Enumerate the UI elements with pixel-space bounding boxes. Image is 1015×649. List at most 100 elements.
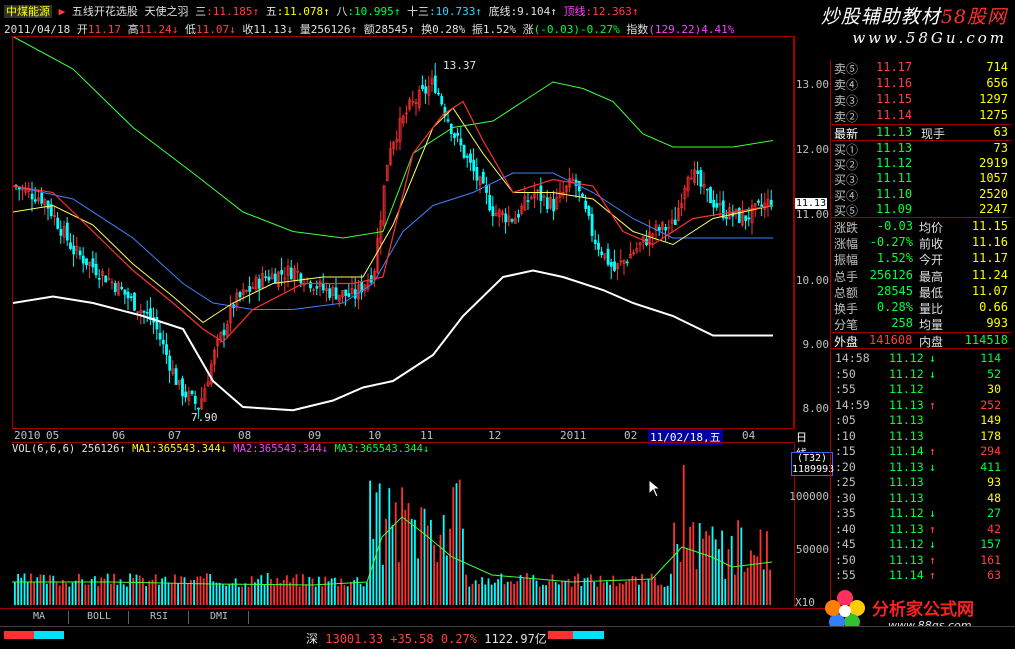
candle-body xyxy=(725,216,728,219)
candle-body xyxy=(56,217,60,229)
tick-row[interactable]: :55 11.12 30 xyxy=(831,382,1011,397)
candle-body xyxy=(40,192,44,204)
candle-body xyxy=(280,269,284,275)
market-strength-bar-2 xyxy=(548,631,604,639)
candle-body xyxy=(145,312,149,314)
stat-value: -0.27% xyxy=(869,235,913,250)
volume-bar xyxy=(670,573,672,605)
tick-list[interactable]: 14:58 11.12 ↓ 114:50 11.12 ↓ 52:55 11.12 30 14:59… xyxy=(831,351,1011,591)
volume-bar xyxy=(654,577,656,605)
tick-row[interactable]: :45 11.12 ↓ 157 xyxy=(831,537,1011,552)
tick-volume: 114 xyxy=(980,351,1001,365)
bar-date: 2011/04/18 xyxy=(4,23,71,36)
candle-body xyxy=(721,200,725,219)
tick-row[interactable]: :20 11.13 ↓ 411 xyxy=(831,460,1011,475)
tick-row[interactable]: :50 11.12 ↓ 52 xyxy=(831,367,1011,382)
volume-bar xyxy=(337,586,339,605)
ask-row[interactable]: 卖② 11.14 1275 xyxy=(831,108,1011,124)
y-tick: 8.00 xyxy=(802,402,830,415)
ask-row[interactable]: 卖④ 11.16 656 xyxy=(831,76,1011,92)
candle-body xyxy=(440,96,444,105)
tick-row[interactable]: :25 11.13 93 xyxy=(831,475,1011,490)
bid-row[interactable]: 买④ 11.10 2520 xyxy=(831,187,1011,203)
tick-row[interactable]: 14:59 11.13 ↑ 252 xyxy=(831,398,1011,413)
tab-ma[interactable]: MA xyxy=(10,611,69,624)
tick-row[interactable]: 14:58 11.12 ↓ 114 xyxy=(831,351,1011,366)
volume-bar xyxy=(743,571,746,605)
kline-chart[interactable]: 13.37 7.90 xyxy=(12,36,794,429)
ask-row[interactable]: 卖⑤ 11.17 714 xyxy=(831,60,1011,76)
tab-boll[interactable]: BOLL xyxy=(70,611,129,624)
bid-row[interactable]: 买② 11.12 2919 xyxy=(831,156,1011,172)
candle-body xyxy=(587,205,591,216)
volume-bar xyxy=(129,573,131,605)
stat-value: 11.07 xyxy=(971,283,1008,298)
tick-row[interactable]: :55 11.14 ↑ 63 xyxy=(831,568,1011,583)
volume-bar xyxy=(250,576,253,605)
dixian-label: 底线 xyxy=(488,5,511,18)
tab-rsi[interactable]: RSI xyxy=(130,611,189,624)
candle-body xyxy=(65,222,69,241)
volume-canvas[interactable] xyxy=(12,457,792,607)
tick-row[interactable]: :15 11.14 ↑ 294 xyxy=(831,444,1011,459)
tab-dmi[interactable]: DMI xyxy=(190,611,249,624)
candle-body xyxy=(193,395,197,404)
candle-body xyxy=(184,391,188,398)
volume-bar xyxy=(442,514,445,605)
index-ticker[interactable]: 深 13001.33 +35.58 0.27% 1122.97亿 xyxy=(306,630,547,647)
volume-bar xyxy=(446,555,448,605)
tick-row[interactable]: :05 11.13 149 xyxy=(831,413,1011,428)
stock-name[interactable]: 中煤能源 xyxy=(4,5,52,18)
tick-row[interactable]: :50 11.13 ↑ 161 xyxy=(831,553,1011,568)
tick-row[interactable]: :40 11.13 ↑ 42 xyxy=(831,522,1011,537)
tick-row[interactable]: :10 11.13 178 xyxy=(831,429,1011,444)
formula-arrow-icon[interactable]: ▶ xyxy=(59,5,66,18)
y-tick: 10.00 xyxy=(795,274,829,287)
dingxian-label: 顶线 xyxy=(563,5,586,18)
volume-bar xyxy=(212,581,215,605)
tick-price: 11.14 xyxy=(889,568,924,582)
candle-body xyxy=(699,169,703,187)
bid-row[interactable]: 买① 11.13 73 xyxy=(831,141,1011,157)
tick-arrow: ↑ xyxy=(929,552,936,567)
ask-row[interactable]: 卖③ 11.15 1297 xyxy=(831,92,1011,108)
tick-row[interactable]: :35 11.12 ↓ 27 xyxy=(831,506,1011,521)
bid-row[interactable]: 买⑤ 11.09 2247 xyxy=(831,202,1011,218)
kline-canvas[interactable] xyxy=(13,37,793,428)
tick-time: :50 xyxy=(835,552,856,567)
volume-bar xyxy=(606,581,608,605)
stat-row: 总额 28545 最低 11.07 xyxy=(831,283,1011,300)
volume-bar xyxy=(423,508,426,605)
volume-bar xyxy=(145,586,147,605)
candle-body xyxy=(347,293,351,297)
stat-label: 最高 xyxy=(919,269,944,284)
stat-label: 均价 xyxy=(919,221,944,235)
candle-body xyxy=(81,255,85,264)
volume-chart[interactable]: VOL(6,6,6) 256126↑ MA1:365543.344↓ MA2:3… xyxy=(12,442,794,608)
volume-bar xyxy=(625,581,627,605)
y-tick: 13.00 xyxy=(795,78,829,91)
candle-body xyxy=(593,239,597,244)
volume-bar xyxy=(186,583,189,605)
volume-bar xyxy=(257,579,259,605)
candle-body xyxy=(744,215,748,222)
volume-bar xyxy=(458,479,461,605)
volume-bar xyxy=(78,573,80,605)
volume-box-label: (T32) xyxy=(796,453,828,464)
volume-bar xyxy=(657,585,659,605)
tick-time: :50 xyxy=(835,366,856,381)
candle-body xyxy=(597,242,600,250)
tick-price: 11.13 xyxy=(889,413,924,427)
candle-body xyxy=(510,219,514,222)
turnover-value: 0.28% xyxy=(432,23,466,36)
volume-bar xyxy=(449,528,451,605)
candle-body xyxy=(469,153,472,163)
volume-bar xyxy=(167,582,170,605)
tick-row[interactable]: :30 11.13 48 xyxy=(831,491,1011,506)
low-label: 低 xyxy=(184,23,196,36)
bid-row[interactable]: 买③ 11.11 1057 xyxy=(831,171,1011,187)
volume-bar xyxy=(439,534,442,605)
volume-bar xyxy=(474,580,477,605)
stat-label: 涨幅 xyxy=(834,237,859,252)
candle-body xyxy=(161,339,165,345)
